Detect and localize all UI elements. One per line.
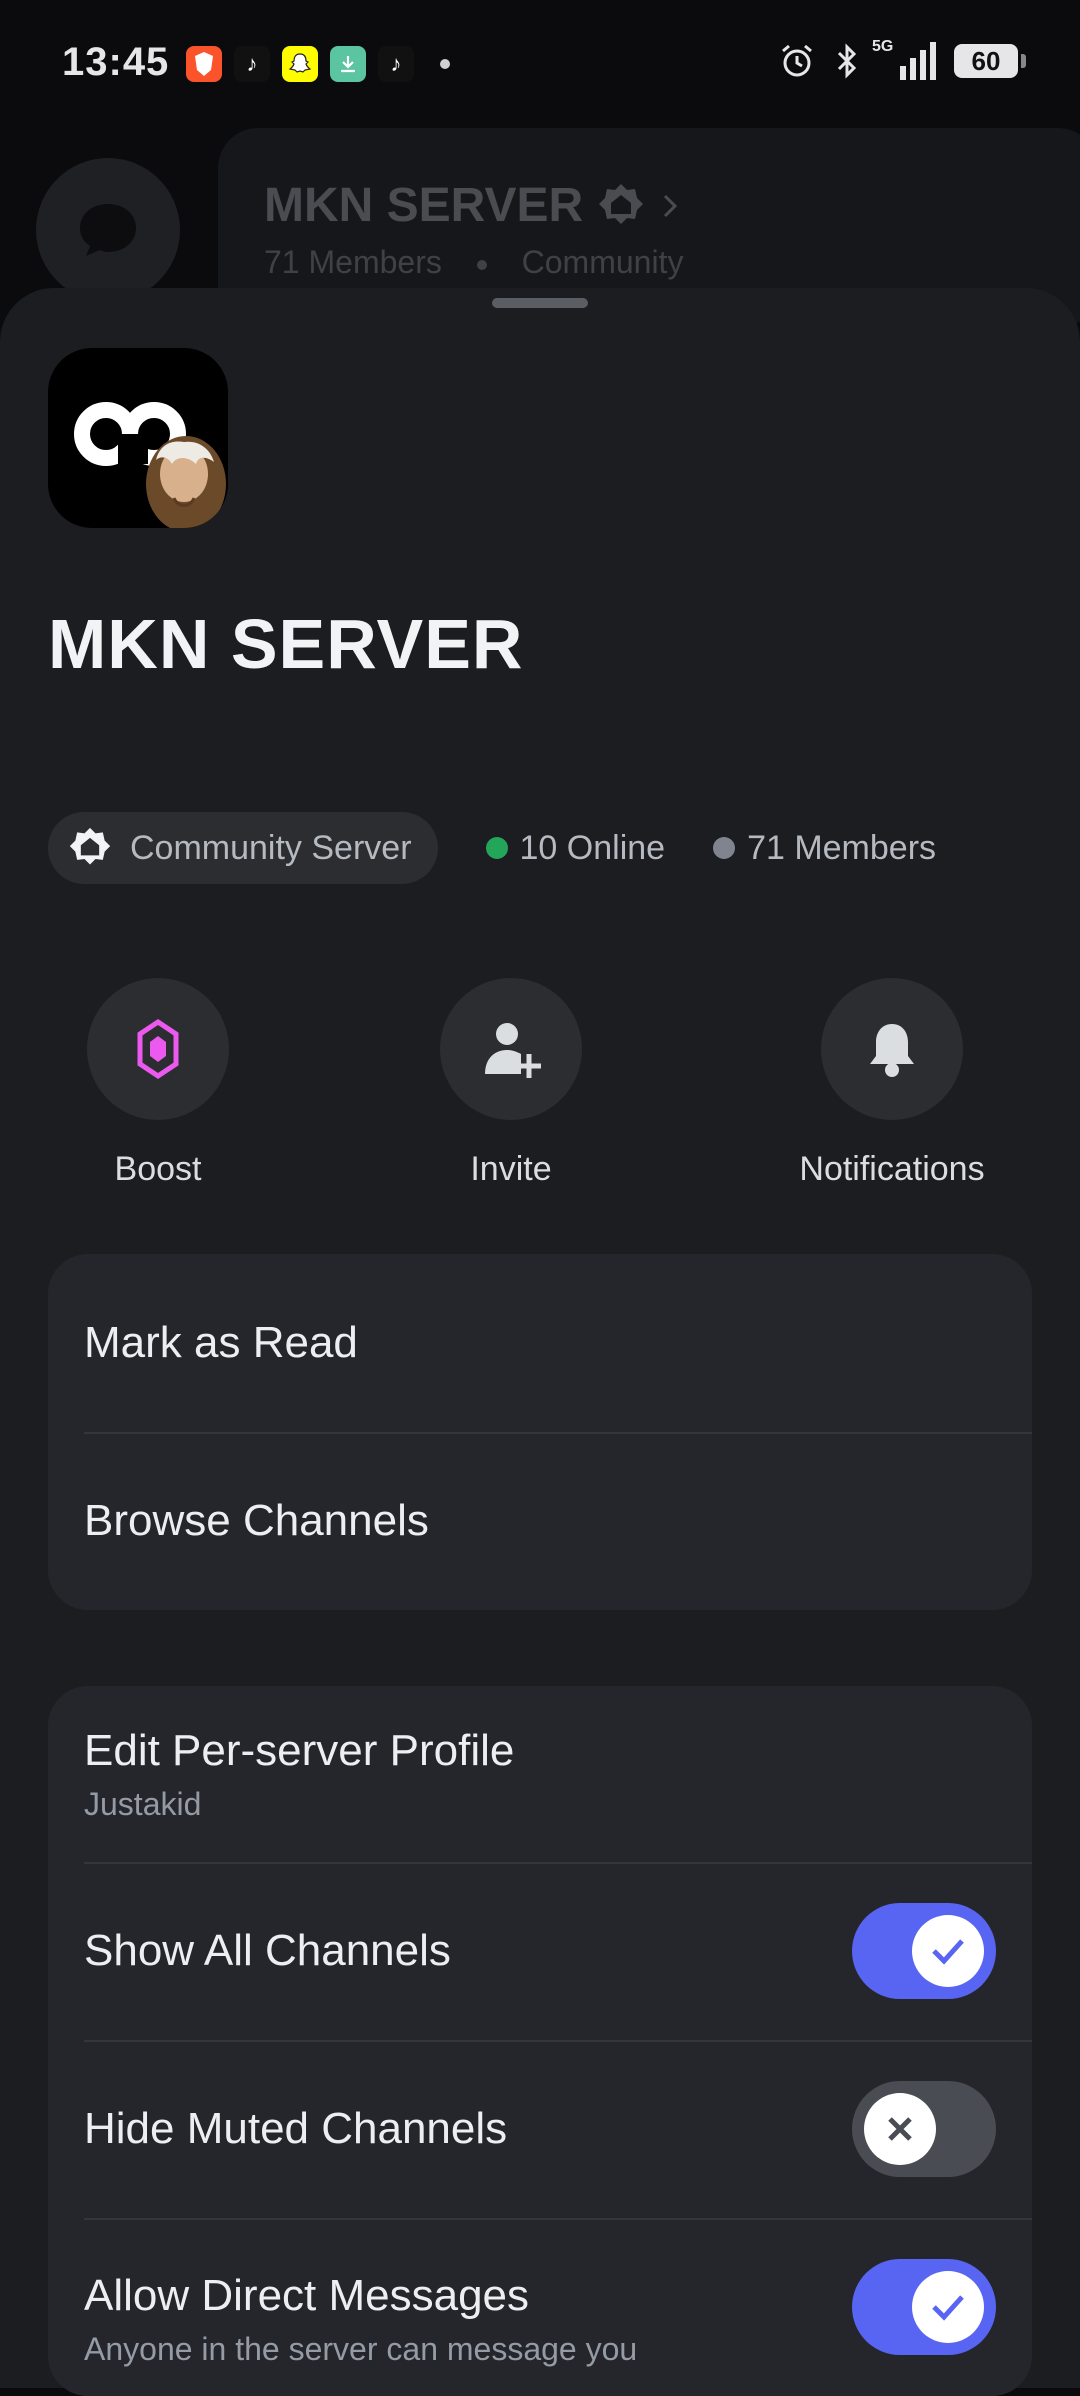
edit-per-server-profile-item[interactable]: Edit Per-server Profile Justakid (48, 1686, 1032, 1862)
boost-label: Boost (114, 1150, 202, 1188)
read-options-group: Mark as Read Browse Channels (48, 1254, 1032, 1610)
tiktok-icon: ♪ (234, 46, 270, 82)
boost-gem-icon (137, 1018, 179, 1080)
members-dot (713, 837, 736, 859)
server-options-sheet: MKN SERVER Community Server 10 Online 71… (0, 288, 1080, 2396)
show-all-channels-item[interactable]: Show All Channels (48, 1862, 1032, 2040)
allow-dm-description: Anyone in the server can message you (84, 2330, 638, 2367)
close-icon (888, 2117, 912, 2141)
online-count: 10 Online (485, 829, 665, 868)
notification-icons: ♪ ♪ (186, 46, 450, 82)
allow-direct-messages-toggle[interactable] (852, 2259, 996, 2355)
chat-bubble-icon (36, 158, 180, 302)
mark-as-read-item[interactable]: Mark as Read (48, 1254, 1032, 1432)
brave-icon (186, 46, 222, 82)
community-server-badge[interactable]: Community Server (48, 812, 438, 884)
invite-button[interactable]: Invite (381, 978, 641, 1189)
system-icons: 5G 60 (778, 38, 1026, 80)
server-avatar (48, 348, 228, 528)
alarm-icon (782, 44, 812, 77)
online-dot (485, 837, 508, 859)
check-icon (932, 2295, 964, 2321)
background-server-title: MKN SERVER (264, 178, 683, 233)
allow-direct-messages-item[interactable]: Allow Direct Messages Anyone in the serv… (48, 2218, 1032, 2396)
server-name: MKN SERVER (48, 605, 524, 683)
check-icon (932, 1939, 964, 1965)
network-type: 5G (872, 38, 894, 55)
tiktok-icon: ♪ (378, 46, 414, 82)
community-server-label: Community Server (130, 828, 412, 867)
battery-indicator: 60 (954, 44, 1026, 78)
server-settings-group: Edit Per-server Profile Justakid Show Al… (48, 1686, 1032, 2396)
status-time: 13:45 (62, 40, 170, 84)
more-notifications-dot (440, 59, 450, 69)
profile-name: Justakid (84, 1785, 202, 1822)
community-badge-icon (599, 183, 644, 224)
hide-muted-channels-item[interactable]: Hide Muted Channels (48, 2040, 1032, 2218)
chevron-right-icon (664, 194, 678, 217)
quick-actions: Boost Invite Notifications (0, 978, 1080, 1188)
boost-button[interactable]: Boost (28, 978, 288, 1189)
background-server-header: MKN SERVER 71 Members Community (0, 120, 1080, 328)
member-count: 71 Members (713, 829, 936, 868)
status-bar: 13:45 ♪ ♪ 5G 60 (0, 0, 1080, 130)
bluetooth-icon (837, 43, 857, 79)
background-server-subtitle: 71 Members Community (264, 244, 684, 280)
server-meta-row: Community Server 10 Online 71 Members (48, 812, 936, 884)
bell-icon (870, 1024, 914, 1077)
signal-icon: 5G (872, 38, 936, 80)
show-all-channels-toggle[interactable] (852, 1903, 996, 1999)
notifications-label: Notifications (799, 1150, 985, 1188)
hide-muted-channels-toggle[interactable] (852, 2081, 996, 2177)
invite-label: Invite (470, 1150, 552, 1188)
add-person-icon (485, 1023, 541, 1078)
browse-channels-item[interactable]: Browse Channels (48, 1432, 1032, 1610)
snapchat-icon (282, 46, 318, 82)
download-icon (330, 46, 366, 82)
sheet-drag-handle[interactable] (492, 298, 588, 308)
notifications-button[interactable]: Notifications (762, 978, 1022, 1189)
community-badge-icon (69, 827, 111, 865)
